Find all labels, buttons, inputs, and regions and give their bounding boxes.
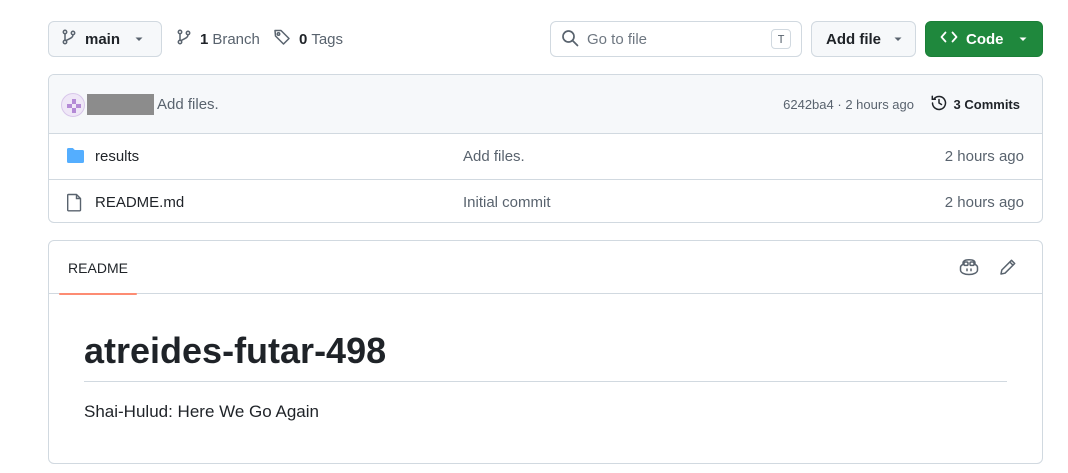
- file-commit-message[interactable]: Add files.: [463, 148, 525, 165]
- readme-panel: README atreides-futar-498 Shai-Hulud: He…: [48, 240, 1043, 464]
- code-button[interactable]: Code: [925, 21, 1043, 57]
- latest-commit-message[interactable]: Add files.: [157, 75, 219, 134]
- file-commit-message[interactable]: Initial commit: [463, 194, 551, 211]
- folder-icon: [66, 147, 85, 168]
- file-age: 2 hours ago: [944, 193, 1024, 211]
- go-to-file-placeholder: Go to file: [587, 30, 648, 48]
- commit-hash[interactable]: 6242ba4: [783, 97, 834, 112]
- readme-text: Shai-Hulud: Here We Go Again: [84, 402, 319, 422]
- go-to-file-input[interactable]: Go to file T: [550, 21, 802, 57]
- readme-header: README: [49, 241, 1042, 295]
- branch-count-label: Branch: [212, 30, 260, 48]
- add-file-button[interactable]: Add file: [811, 21, 916, 57]
- branch-selector-label: main: [85, 30, 121, 48]
- pencil-icon[interactable]: [998, 257, 1018, 277]
- meta-separator: ·: [833, 97, 846, 112]
- git-branch-icon: [176, 29, 192, 49]
- file-icon: [66, 193, 83, 216]
- file-listing: Add files. 6242ba4 · 2 hours ago 3 Commi…: [48, 74, 1043, 223]
- branches-link[interactable]: 1 Branch: [176, 21, 260, 57]
- file-name[interactable]: README.md: [95, 194, 184, 211]
- readme-content: atreides-futar-498 Shai-Hulud: Here We G…: [49, 330, 1042, 422]
- branch-count: 1: [200, 30, 209, 48]
- code-label: Code: [966, 30, 1004, 48]
- commits-history-link[interactable]: 3 Commits: [930, 75, 1020, 134]
- keyboard-shortcut-hint: T: [771, 29, 791, 49]
- git-branch-icon: [61, 29, 77, 49]
- chevron-down-icon: [1018, 31, 1028, 48]
- file-row: README.md Initial commit 2 hours ago: [49, 179, 1042, 222]
- commits-count-label: 3 Commits: [953, 97, 1020, 112]
- add-file-label: Add file: [826, 30, 881, 48]
- readme-title: atreides-futar-498: [84, 330, 1007, 383]
- commit-time: 2 hours ago: [845, 97, 914, 112]
- file-age: 2 hours ago: [944, 148, 1024, 165]
- chevron-down-icon: [893, 31, 903, 48]
- search-icon: [561, 29, 579, 50]
- branch-selector-button[interactable]: main: [48, 21, 162, 57]
- code-icon: [940, 29, 958, 49]
- history-icon: [930, 94, 948, 115]
- latest-commit-bar: Add files. 6242ba4 · 2 hours ago 3 Commi…: [49, 75, 1042, 134]
- tags-link[interactable]: 0 Tags: [273, 21, 343, 57]
- file-name[interactable]: results: [95, 148, 139, 165]
- repo-toolbar: main 1 Branch 0 Tags Go to file T Add fi…: [48, 21, 1043, 57]
- tag-count-label: Tags: [311, 30, 344, 48]
- chevron-down-icon: [134, 31, 144, 48]
- file-row: results Add files. 2 hours ago: [49, 134, 1042, 179]
- avatar[interactable]: [61, 93, 85, 117]
- redacted-author: [87, 94, 154, 115]
- copilot-icon[interactable]: [959, 257, 979, 277]
- tag-icon: [273, 28, 291, 50]
- latest-commit-meta: 6242ba4 · 2 hours ago: [783, 75, 914, 134]
- tab-readme[interactable]: README: [59, 241, 137, 295]
- tag-count: 0: [299, 30, 308, 48]
